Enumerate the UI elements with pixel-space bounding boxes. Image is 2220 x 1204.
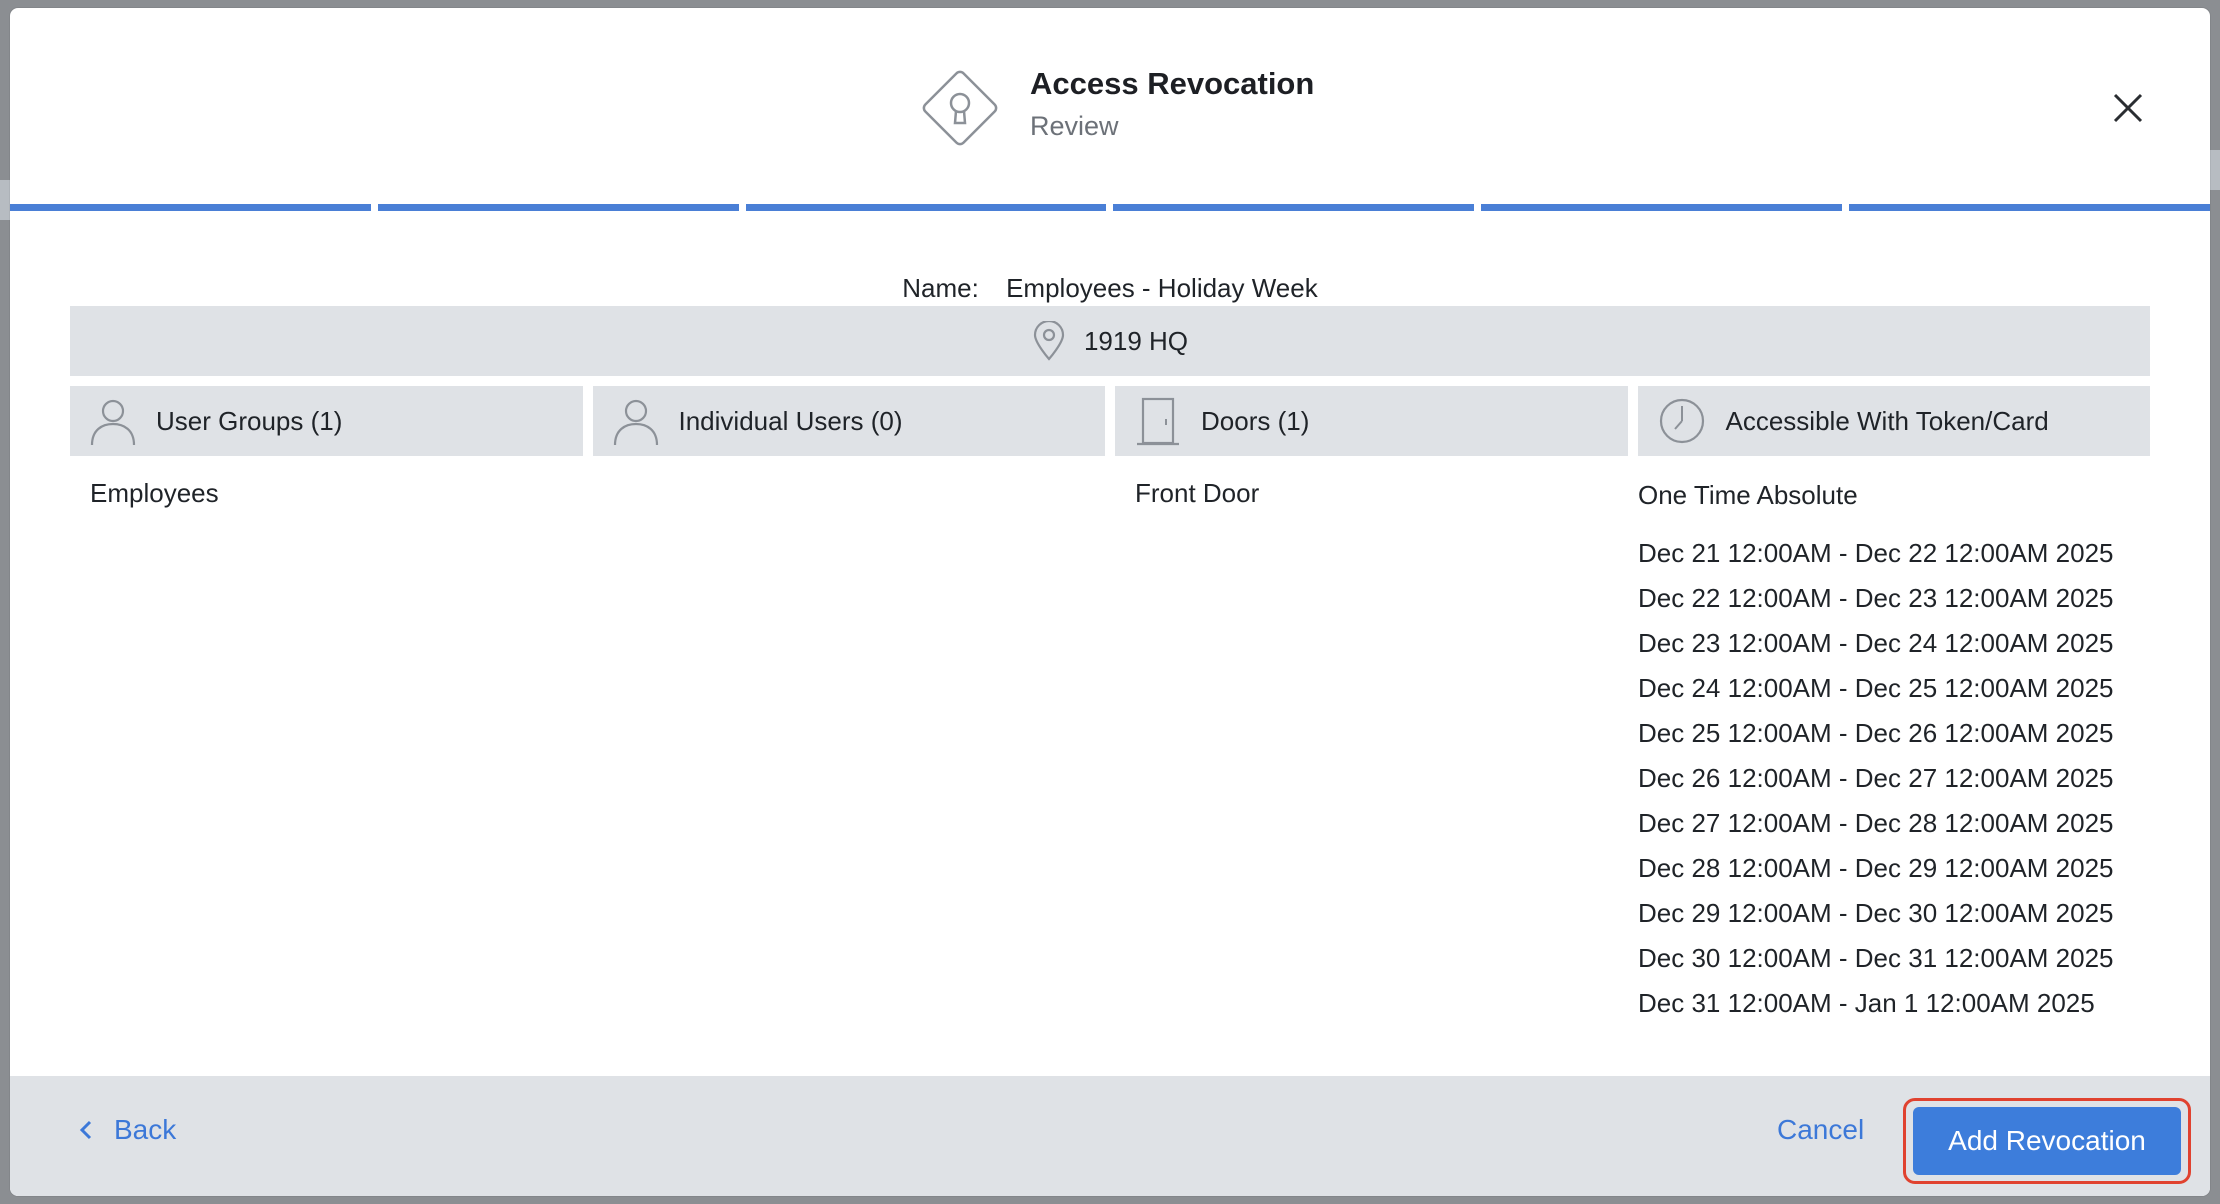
modal-title: Access Revocation [1030,66,1315,101]
name-label: Name: [902,273,979,303]
site-label: 1919 HQ [1083,325,1189,356]
progress-step [377,204,739,211]
site-bar: 1919 HQ [70,306,2150,376]
cancel-button[interactable]: Cancel [1777,1114,1864,1146]
user-icon [90,399,136,446]
user-groups-list: Employees [90,478,219,509]
list-item: Front Door [1135,478,1260,508]
doors-label: Doors (1) [1201,405,1310,436]
schedule-entry: Dec 30 12:00AM - Dec 31 12:00AM 2025 [1638,943,2114,973]
name-row: Name: Employees - Holiday Week [10,273,2210,308]
schedule-entry: Dec 27 12:00AM - Dec 28 12:00AM 2025 [1638,808,2114,838]
schedule-entry: Dec 21 12:00AM - Dec 22 12:00AM 2025 [1638,538,2114,568]
schedule-entry: Dec 23 12:00AM - Dec 24 12:00AM 2025 [1638,628,2114,658]
user-groups-label: User Groups (1) [156,405,343,436]
location-pin-icon [1033,321,1065,361]
schedule-entry: Dec 24 12:00AM - Dec 25 12:00AM 2025 [1638,673,2114,703]
chevron-left-icon [79,1120,92,1140]
clock-icon [1659,398,1704,444]
door-icon [1137,397,1179,446]
progress-step [1113,204,1475,211]
modal-subtitle: Review [1030,111,1119,141]
schedule-label: Accessible With Token/Card [1725,405,2049,436]
progress-step [1849,204,2210,211]
schedule-entry: Dec 29 12:00AM - Dec 30 12:00AM 2025 [1638,898,2114,928]
add-revocation-button[interactable]: Add Revocation [1913,1107,2181,1175]
keyhole-diamond-icon [915,63,1005,153]
step-progress-bar [10,204,2210,212]
schedule-header: Accessible With Token/Card [1637,386,2150,456]
schedule-entry: Dec 26 12:00AM - Dec 27 12:00AM 2025 [1638,763,2114,793]
modal-footer: Back Cancel Add Revocation [10,1076,2210,1196]
schedule-list: One Time Absolute Dec 21 12:00AM - Dec 2… [1638,480,2114,1026]
progress-step [10,204,371,211]
user-icon [613,399,658,446]
schedule-entry: Dec 31 12:00AM - Jan 1 12:00AM 2025 [1638,988,2095,1018]
schedule-type: One Time Absolute [1638,480,1858,510]
schedule-entry: Dec 22 12:00AM - Dec 23 12:00AM 2025 [1638,583,2114,613]
schedule-entry: Dec 28 12:00AM - Dec 29 12:00AM 2025 [1638,853,2114,883]
close-button[interactable] [2108,88,2148,128]
review-columns-header: User Groups (1) Individual Users (0) Doo… [70,386,2150,456]
list-item: Employees [90,478,219,508]
user-groups-header: User Groups (1) [70,386,583,456]
back-button[interactable]: Back [78,1114,176,1146]
close-icon [2113,93,2143,123]
name-value: Employees - Holiday Week [1006,273,1318,308]
progress-step [745,204,1107,211]
individual-users-header: Individual Users (0) [592,386,1105,456]
individual-users-label: Individual Users (0) [678,405,903,436]
schedule-entry: Dec 25 12:00AM - Dec 26 12:00AM 2025 [1638,718,2114,748]
modal-header: Access Revocation Review [10,8,2210,208]
doors-header: Doors (1) [1115,386,1628,456]
doors-list: Front Door [1135,478,1259,509]
progress-step [1481,204,1843,211]
back-label: Back [114,1114,177,1145]
access-revocation-modal: Access Revocation Review Name: Employees… [10,8,2210,1196]
